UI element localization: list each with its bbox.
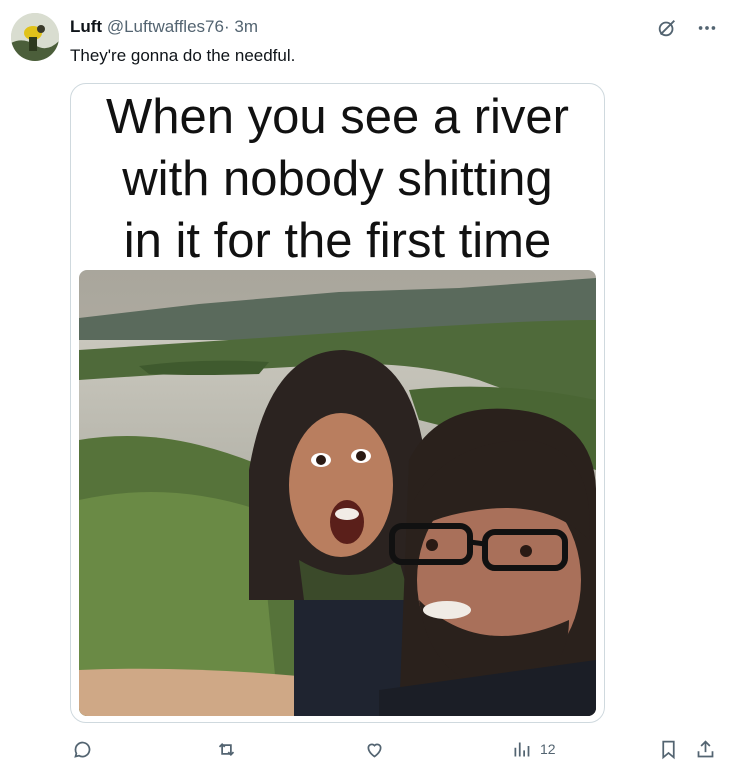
timestamp[interactable]: 3m <box>234 17 258 36</box>
display-name[interactable]: Luft <box>70 17 102 36</box>
like-icon <box>367 743 382 758</box>
like-button[interactable] <box>364 736 385 762</box>
reply-icon <box>74 741 91 758</box>
caption-line-2: with nobody shitting <box>122 152 553 206</box>
tweet-media[interactable]: When you see a river with nobody shittin… <box>70 83 605 723</box>
bookmark-icon <box>662 740 675 759</box>
avatar-image <box>11 13 59 61</box>
meme-photo <box>79 270 596 716</box>
retweet-icon <box>218 742 235 756</box>
share-button[interactable] <box>695 736 716 762</box>
reply-button[interactable] <box>72 736 93 762</box>
tweet-header: Luft @Luftwaffles76· 3m <box>70 16 258 38</box>
action-bar: 12 <box>70 736 730 764</box>
views-count: 12 <box>540 741 556 757</box>
avatar[interactable] <box>11 13 59 61</box>
grok-icon[interactable] <box>655 16 679 40</box>
user-handle[interactable]: @Luftwaffles76 <box>107 17 224 36</box>
bookmark-button[interactable] <box>658 736 679 762</box>
views-icon <box>514 742 530 756</box>
views-button[interactable]: 12 <box>511 736 556 762</box>
retweet-button[interactable] <box>216 736 237 762</box>
separator-dot: · <box>223 17 230 36</box>
caption-line-3: in it for the first time <box>123 214 552 268</box>
tweet-text: They're gonna do the needful. <box>70 46 296 65</box>
share-icon <box>697 739 714 757</box>
caption-line-1: When you see a river <box>106 90 569 144</box>
meme-caption: When you see a river with nobody shittin… <box>71 84 604 270</box>
more-icon[interactable] <box>695 16 719 40</box>
top-actions <box>655 16 719 40</box>
